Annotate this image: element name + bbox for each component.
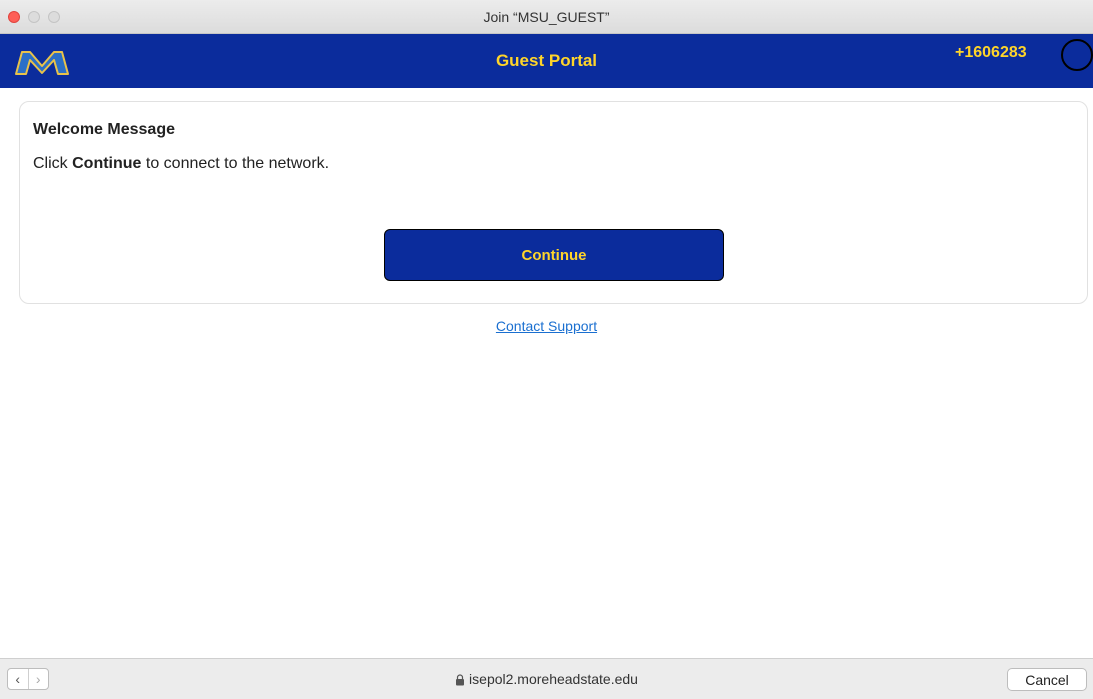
welcome-text-bold: Continue — [72, 155, 142, 172]
avatar[interactable] — [1061, 39, 1093, 71]
page-title: Guest Portal — [495, 51, 598, 70]
bottom-bar: ‹ › isepol2.moreheadstate.edu Cancel — [0, 658, 1093, 699]
lock-icon — [456, 674, 465, 686]
url-text: isepol2.moreheadstate.edu — [469, 671, 638, 687]
welcome-card: Welcome Message Click Continue to connec… — [19, 101, 1088, 304]
support-container: Contact Support — [0, 318, 1093, 336]
welcome-text-prefix: Click — [33, 155, 73, 172]
url-display: isepol2.moreheadstate.edu — [0, 659, 1093, 699]
window-title: Join “MSU_GUEST” — [483, 9, 610, 25]
cancel-button[interactable]: Cancel — [1007, 668, 1087, 691]
phone-number: +1606283 — [955, 44, 1027, 61]
contact-support-link[interactable]: Contact Support — [496, 318, 597, 334]
welcome-text: Click Continue to connect to the network… — [33, 155, 329, 173]
welcome-text-suffix: to connect to the network. — [141, 155, 330, 172]
welcome-title: Welcome Message — [33, 121, 175, 138]
continue-button[interactable]: Continue — [384, 229, 724, 281]
window-titlebar: Join “MSU_GUEST” — [0, 0, 1093, 34]
portal-header: Guest Portal +1606283 — [0, 34, 1093, 88]
